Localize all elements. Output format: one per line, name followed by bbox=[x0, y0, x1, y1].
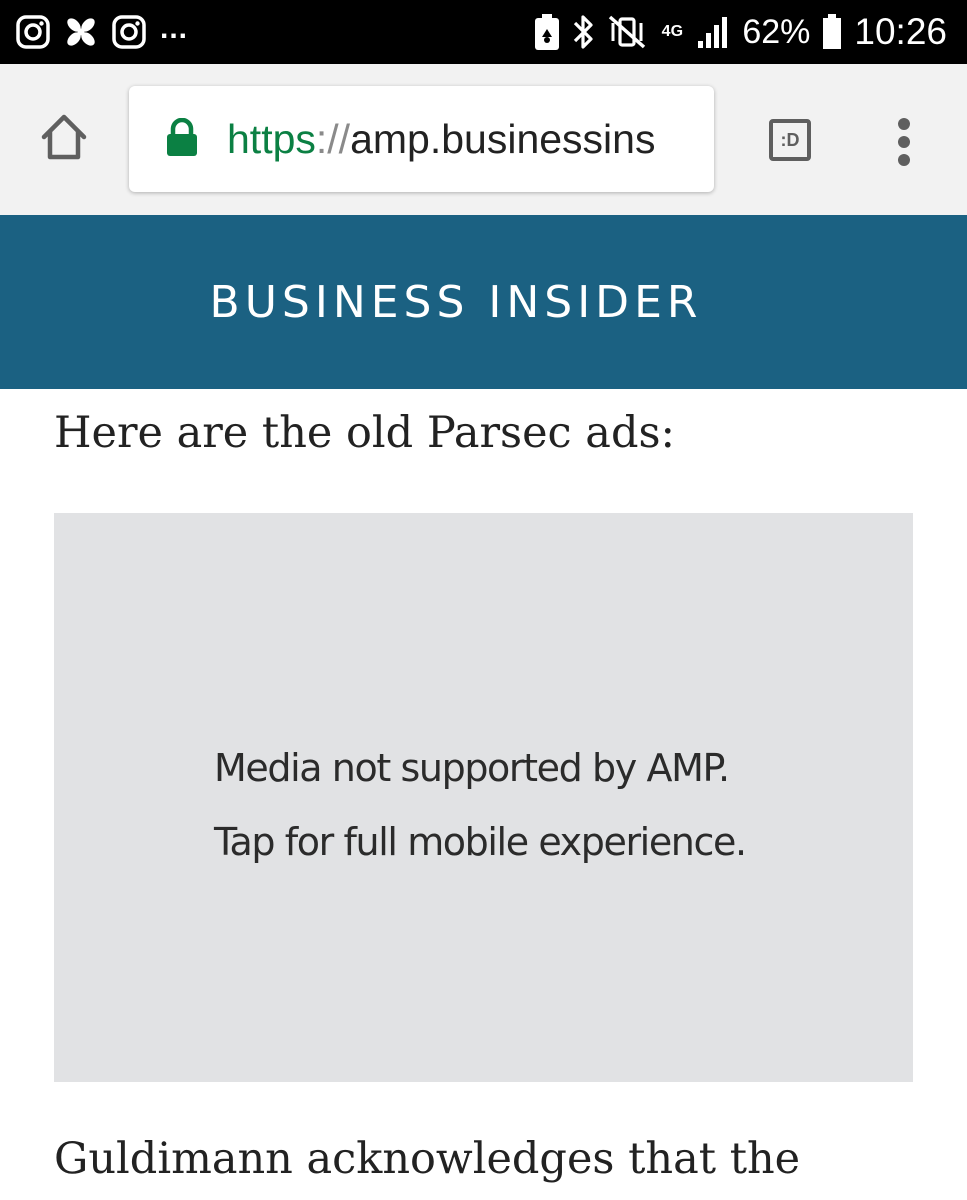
article-paragraph: Guldimann acknowledges that the bbox=[54, 1134, 801, 1184]
url-separator: :// bbox=[315, 116, 351, 162]
address-bar[interactable]: https://amp.businessins bbox=[129, 86, 714, 192]
instagram-icon bbox=[112, 15, 146, 49]
status-notifications: ... bbox=[16, 0, 188, 64]
tab-switcher-label: :D bbox=[780, 129, 800, 150]
more-notifications-indicator: ... bbox=[160, 12, 189, 45]
battery-saver-icon bbox=[534, 13, 560, 51]
vibrate-icon bbox=[608, 13, 648, 51]
article-paragraph: Here are the old Parsec ads: bbox=[54, 408, 676, 458]
lock-icon bbox=[165, 117, 199, 163]
url-text: https://amp.businessins bbox=[227, 86, 655, 192]
media-placeholder[interactable]: Media not supported by AMP. Tap for full… bbox=[54, 513, 913, 1082]
home-button[interactable] bbox=[36, 111, 92, 167]
browser-toolbar: https://amp.businessins :D bbox=[0, 64, 967, 215]
media-placeholder-line-1: Media not supported by AMP. bbox=[214, 746, 730, 790]
network-4g-icon: 4G bbox=[660, 24, 684, 40]
url-host: amp.businessins bbox=[350, 116, 656, 162]
battery-icon bbox=[822, 14, 842, 50]
network-type-label: 4G bbox=[661, 23, 684, 40]
battery-percent: 62% bbox=[742, 12, 811, 51]
signal-icon bbox=[696, 15, 730, 49]
browser-menu-button[interactable] bbox=[884, 114, 924, 170]
site-header: BUSINESS INSIDER bbox=[0, 215, 967, 389]
tab-switcher-icon: :D bbox=[769, 119, 811, 161]
media-placeholder-line-2: Tap for full mobile experience. bbox=[214, 820, 747, 864]
url-scheme: https bbox=[227, 116, 316, 162]
pinwheel-icon bbox=[64, 15, 98, 49]
site-logo[interactable]: BUSINESS INSIDER bbox=[0, 215, 912, 389]
status-system: 4G 62% 10:26 bbox=[522, 0, 947, 64]
tab-switcher-button[interactable]: :D bbox=[766, 116, 814, 164]
home-icon bbox=[38, 111, 90, 168]
status-bar: ... 4G 62% 10:26 bbox=[0, 0, 967, 64]
media-placeholder-message: Media not supported by AMP. Tap for full… bbox=[214, 731, 747, 879]
bluetooth-icon bbox=[572, 13, 596, 51]
clock: 10:26 bbox=[854, 11, 947, 52]
instagram-icon bbox=[16, 15, 50, 49]
